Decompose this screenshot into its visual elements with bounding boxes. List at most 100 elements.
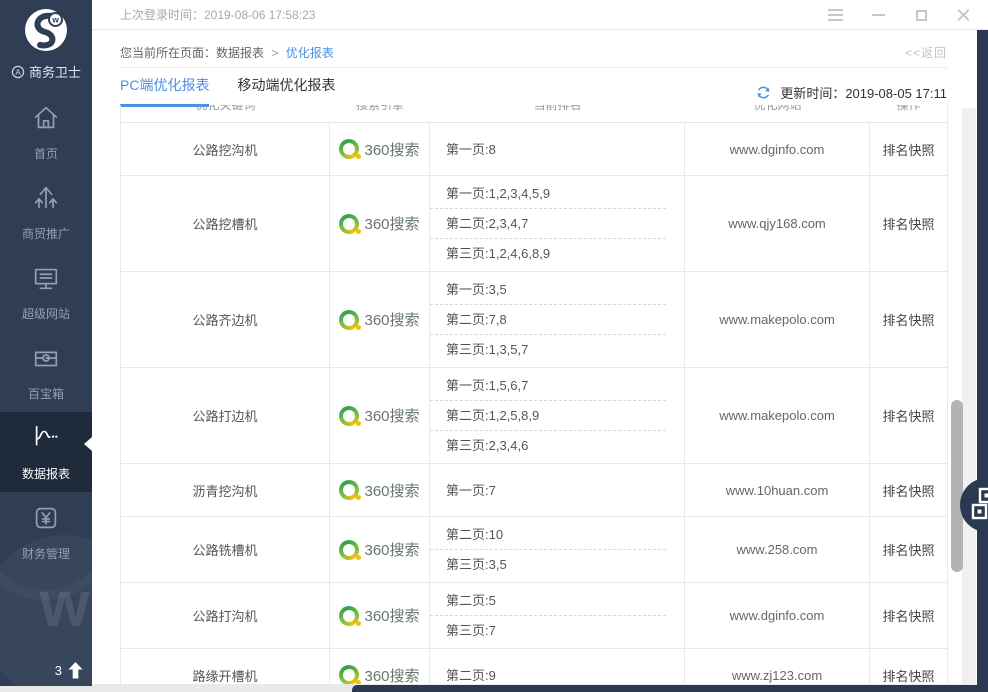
watermark-letter: w [40, 567, 90, 641]
rank-line: 第二页:2,3,4,7 [430, 208, 666, 238]
keyword-cell: 公路挖槽机 [121, 176, 330, 271]
badge-count: 3 [55, 663, 62, 678]
ranking-cell: 第二页:10第三页:3,5 [430, 517, 685, 582]
breadcrumb-separator: > [271, 46, 278, 60]
brand-badge-icon: A [11, 65, 25, 79]
rank-snapshot-link[interactable]: 排名快照 [870, 272, 947, 367]
sidebar-item-label: 超级网站 [22, 305, 70, 322]
divider [120, 67, 948, 68]
main-content: 您当前所在页面：数据报表 > 优化报表 <<返回 PC端优化报表移动端优化报表 … [92, 31, 977, 684]
360-search-logo-icon [339, 480, 359, 500]
rank-snapshot-link[interactable]: 排名快照 [870, 123, 947, 175]
rank-line: 第三页:7 [430, 615, 666, 645]
keyword-cell: 公路打沟机 [121, 583, 330, 648]
breadcrumb-current[interactable]: 优化报表 [286, 46, 334, 60]
refresh-icon[interactable] [755, 84, 772, 101]
360-search-logo-icon [339, 406, 359, 426]
table-row: 路缘开槽机 360搜索 第二页:9 www.zj123.com 排名快照 [121, 649, 947, 684]
search-engine-label: 360搜索 [364, 405, 419, 426]
rank-snapshot-link[interactable]: 排名快照 [870, 517, 947, 582]
menu-icon[interactable] [827, 7, 843, 23]
search-engine-label: 360搜索 [364, 665, 419, 685]
rank-line: 第二页:1,2,5,8,9 [430, 400, 666, 430]
rank-snapshot-link[interactable]: 排名快照 [870, 176, 947, 271]
table-row: 公路挖沟机 360搜索 第一页:8 www.dginfo.com 排名快照 [121, 123, 947, 176]
ranking-table: 优化关键词搜索引擎当前排名优化网站操作 公路挖沟机 360搜索 第一页:8 ww… [120, 105, 948, 684]
rank-line: 第二页:10 [430, 520, 666, 549]
rank-snapshot-link[interactable]: 排名快照 [870, 583, 947, 648]
close-icon[interactable] [956, 7, 972, 23]
background-window-bottom-bar [352, 685, 988, 692]
breadcrumb-prefix: 您当前所在页面： [120, 46, 216, 60]
sidebar-item-label: 数据报表 [22, 465, 70, 482]
toolbox-icon [31, 343, 61, 378]
table-row: 公路齐边机 360搜索 第一页:3,5第二页:7,8第三页:1,3,5,7 ww… [121, 272, 947, 368]
svg-text:A: A [15, 67, 21, 76]
minimize-icon[interactable] [870, 7, 886, 23]
title-bar: 上次登录时间：2019-08-06 17:58:23 [92, 0, 988, 30]
search-engine-label: 360搜索 [364, 309, 419, 330]
brand-name: 商务卫士 [29, 62, 81, 81]
back-link[interactable]: <<返回 [905, 44, 947, 61]
search-engine-cell: 360搜索 [330, 464, 430, 516]
keyword-cell: 公路打边机 [121, 368, 330, 463]
rank-line: 第二页:5 [430, 586, 666, 615]
ranking-cell: 第一页:8 [430, 123, 685, 175]
search-engine-cell: 360搜索 [330, 583, 430, 648]
table-row: 公路打沟机 360搜索 第二页:5第三页:7 www.dginfo.com 排名… [121, 583, 947, 649]
search-engine-label: 360搜索 [364, 139, 419, 160]
sidebar-item-label: 财务管理 [22, 545, 70, 562]
home-icon [31, 103, 61, 138]
rank-line: 第三页:2,3,4,6 [430, 430, 666, 460]
sidebar-item-reports[interactable]: 数据报表 [0, 412, 92, 492]
rank-line: 第一页:1,2,3,4,5,9 [430, 179, 666, 208]
maximize-icon[interactable] [913, 7, 929, 23]
360-search-logo-icon [339, 540, 359, 560]
column-header: 优化网站 [685, 105, 870, 122]
keyword-cell: 公路铣槽机 [121, 517, 330, 582]
sidebar: w w A 商务卫士 首页 商贸推广 超级网站 百宝箱 [0, 0, 92, 686]
search-engine-label: 360搜索 [364, 539, 419, 560]
table-row: 沥青挖沟机 360搜索 第一页:7 www.10huan.com 排名快照 [121, 464, 947, 517]
website-icon [31, 263, 61, 298]
message-badge[interactable]: 3 [55, 662, 83, 679]
rank-snapshot-link[interactable]: 排名快照 [870, 464, 947, 516]
search-engine-cell: 360搜索 [330, 176, 430, 271]
keyword-cell: 公路齐边机 [121, 272, 330, 367]
sidebar-item-home[interactable]: 首页 [0, 92, 92, 172]
breadcrumb-section[interactable]: 数据报表 [216, 46, 264, 60]
sidebar-item-promotion[interactable]: 商贸推广 [0, 172, 92, 252]
search-engine-cell: 360搜索 [330, 123, 430, 175]
website-cell: www.zj123.com [685, 649, 870, 684]
website-cell: www.qjy168.com [685, 176, 870, 271]
keyword-cell: 沥青挖沟机 [121, 464, 330, 516]
website-cell: www.dginfo.com [685, 123, 870, 175]
up-arrow-icon [68, 662, 83, 679]
rank-snapshot-link[interactable]: 排名快照 [870, 368, 947, 463]
sidebar-item-finance[interactable]: 财务管理 [0, 492, 92, 572]
search-engine-label: 360搜索 [364, 605, 419, 626]
rank-line: 第一页:8 [430, 135, 666, 164]
rank-line: 第一页:7 [430, 476, 666, 505]
table-row: 公路挖槽机 360搜索 第一页:1,2,3,4,5,9第二页:2,3,4,7第三… [121, 176, 947, 272]
website-cell: www.makepolo.com [685, 368, 870, 463]
360-search-logo-icon [339, 214, 359, 234]
search-engine-cell: 360搜索 [330, 649, 430, 684]
rank-line: 第二页:9 [430, 661, 666, 685]
ranking-cell: 第二页:9 [430, 649, 685, 684]
column-header: 搜索引擎 [330, 105, 430, 122]
tab-mobile-report[interactable]: 移动端优化报表 [237, 75, 335, 107]
table-row: 公路打边机 360搜索 第一页:1,5,6,7第二页:1,2,5,8,9第三页:… [121, 368, 947, 464]
tab-pc-report[interactable]: PC端优化报表 [120, 75, 209, 107]
table-body: 公路挖沟机 360搜索 第一页:8 www.dginfo.com 排名快照 公路… [121, 123, 947, 684]
sidebar-item-toolbox[interactable]: 百宝箱 [0, 332, 92, 412]
website-cell: www.makepolo.com [685, 272, 870, 367]
table-row: 公路铣槽机 360搜索 第二页:10第三页:3,5 www.258.com 排名… [121, 517, 947, 583]
website-cell: www.258.com [685, 517, 870, 582]
scrollbar-thumb[interactable] [951, 400, 963, 572]
search-engine-cell: 360搜索 [330, 272, 430, 367]
update-time-text: 更新时间：2019-08-05 17:11 [780, 83, 947, 102]
sidebar-item-website[interactable]: 超级网站 [0, 252, 92, 332]
scrollbar-track [962, 108, 976, 684]
rank-snapshot-link[interactable]: 排名快照 [870, 649, 947, 684]
